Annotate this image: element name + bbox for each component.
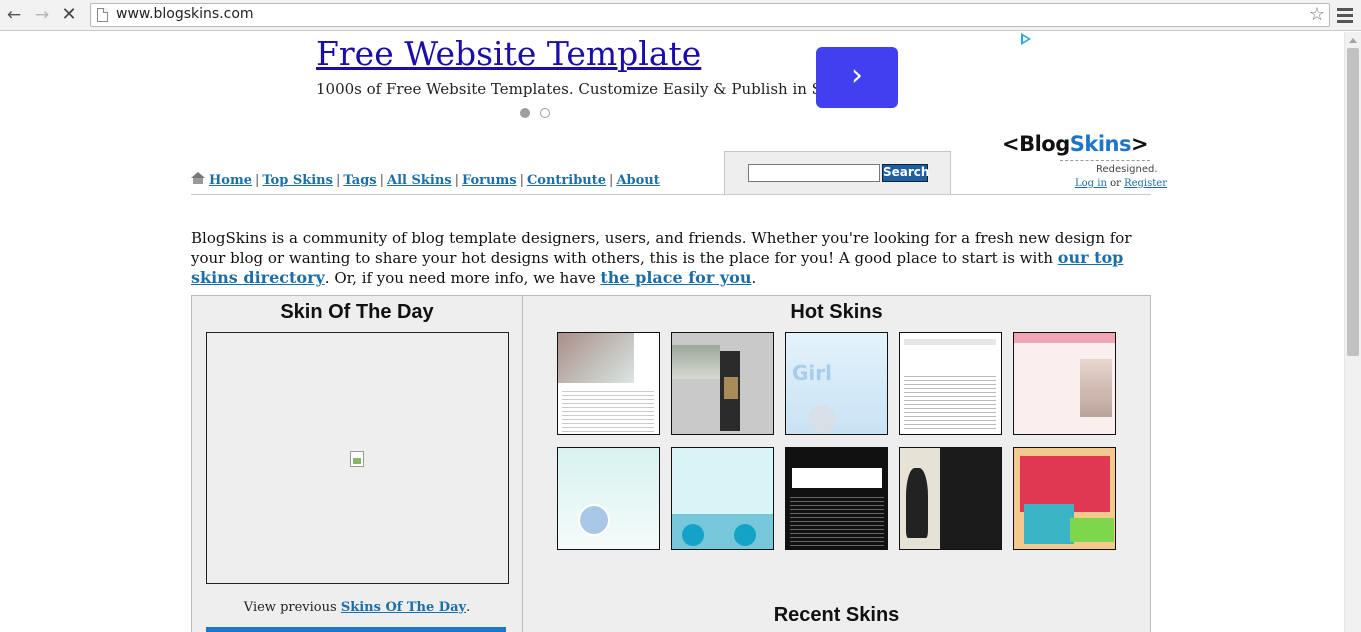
back-icon[interactable]: ← xyxy=(3,4,25,26)
skin-of-the-day-heading: Skin Of The Day xyxy=(280,301,434,323)
scrollbar[interactable] xyxy=(1344,32,1361,632)
ad-banner: Free Website Template 1000s of Free Webs… xyxy=(300,32,1040,124)
forward-icon[interactable]: → xyxy=(31,4,53,26)
register-link[interactable]: Register xyxy=(1124,178,1167,189)
blogskins-logo[interactable]: <BlogSkins> xyxy=(1002,132,1149,156)
hot-skin-thumb[interactable]: Girl xyxy=(785,332,888,435)
previous-skins-text: View previous Skins Of The Day. xyxy=(243,600,471,615)
header-divider xyxy=(191,194,1151,195)
nav-tags[interactable]: Tags xyxy=(343,173,376,188)
skin-of-the-day-panel: Skin Of The Day View previous Skins Of T… xyxy=(191,295,523,632)
hot-skin-thumb[interactable] xyxy=(899,332,1002,435)
recent-skins-heading: Recent Skins xyxy=(773,604,900,626)
carousel-dot[interactable] xyxy=(540,108,550,118)
hot-skin-thumb[interactable] xyxy=(671,332,774,435)
ad-description: 1000s of Free Website Templates. Customi… xyxy=(316,80,853,98)
hot-skin-thumb[interactable] xyxy=(671,447,774,550)
carousel-dot-active[interactable] xyxy=(520,108,530,118)
hot-skins-heading: Hot Skins xyxy=(790,301,883,323)
nav-contribute[interactable]: Contribute xyxy=(527,173,606,188)
ad-arrow-button[interactable]: › xyxy=(816,47,898,108)
hot-skin-thumb[interactable] xyxy=(1013,332,1116,435)
nav-forums[interactable]: Forums xyxy=(462,173,517,188)
hot-skins-panel: Hot Skins Girl Recent Skins xyxy=(522,295,1151,632)
hot-skin-thumb[interactable] xyxy=(785,447,888,550)
home-icon xyxy=(191,172,206,185)
featured-image-strip[interactable] xyxy=(206,627,506,632)
login-link[interactable]: Log in xyxy=(1075,178,1107,189)
address-bar[interactable]: www.blogskins.com ☆ xyxy=(90,3,1330,27)
nav-top-skins[interactable]: Top Skins xyxy=(262,173,333,188)
adchoices-icon[interactable] xyxy=(1021,33,1031,45)
scroll-thumb[interactable] xyxy=(1347,48,1359,356)
intro-paragraph: BlogSkins is a community of blog templat… xyxy=(191,229,1132,287)
logo-tagline: Redesigned. xyxy=(1096,164,1158,175)
previous-skins-link[interactable]: Skins Of The Day xyxy=(341,600,466,615)
hot-skin-thumb[interactable] xyxy=(899,447,1002,550)
search-button[interactable]: Search xyxy=(882,164,929,182)
ad-title-link[interactable]: Free Website Template xyxy=(316,34,701,73)
scroll-up-icon[interactable] xyxy=(1349,38,1357,43)
page-icon xyxy=(97,8,108,22)
logo-divider xyxy=(1060,160,1150,161)
search-input[interactable] xyxy=(748,164,880,182)
nav-home[interactable]: Home xyxy=(209,173,252,188)
hot-skin-thumb[interactable] xyxy=(557,332,660,435)
hot-skin-thumb[interactable] xyxy=(1013,447,1116,550)
skin-of-the-day-preview[interactable] xyxy=(206,332,509,584)
bookmark-star-icon[interactable]: ☆ xyxy=(1309,4,1325,25)
info-link[interactable]: the place for you xyxy=(600,268,751,287)
url-text[interactable]: www.blogskins.com xyxy=(116,6,254,22)
nav-all-skins[interactable]: All Skins xyxy=(387,173,452,188)
search-panel: Search xyxy=(724,151,951,195)
nav-about[interactable]: About xyxy=(616,173,659,188)
menu-icon[interactable] xyxy=(1337,5,1353,25)
account-links: Log in or Register xyxy=(1075,178,1167,189)
broken-image-icon xyxy=(350,451,364,467)
main-nav: Home | Top Skins | Tags | All Skins | Forums | Con… xyxy=(191,172,660,188)
browser-toolbar: ← → ✕ www.blogskins.com ☆ xyxy=(0,0,1361,31)
stop-icon[interactable]: ✕ xyxy=(58,4,80,26)
hot-skin-thumb[interactable] xyxy=(557,447,660,550)
